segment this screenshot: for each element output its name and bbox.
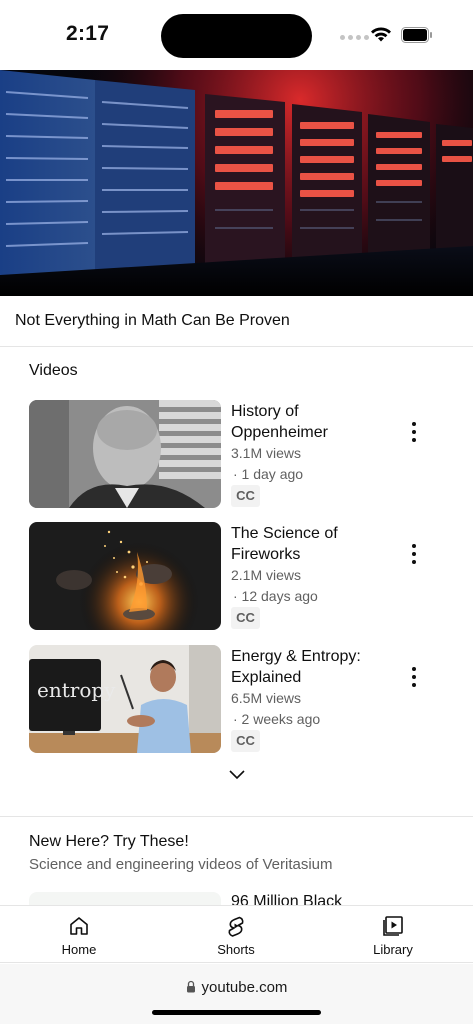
- library-icon: [383, 916, 403, 936]
- video-views: 6.5M views: [231, 690, 302, 706]
- chevron-down-icon[interactable]: [228, 768, 246, 780]
- nav-shorts-label: Shorts: [217, 942, 255, 957]
- video-title[interactable]: The Science of Fireworks: [231, 523, 381, 565]
- channel-banner: [0, 70, 473, 296]
- cellular-signal-icon: [340, 35, 369, 40]
- video-item[interactable]: entropy Energy & Entropy: Explained 6.5M…: [29, 645, 449, 755]
- video-item[interactable]: History of Oppenheimer 3.1M views · 1 da…: [29, 400, 449, 510]
- thumbnail-text: entropy: [37, 678, 116, 702]
- section-divider: [0, 816, 473, 817]
- video-age: · 2 weeks ago: [233, 711, 321, 727]
- browser-address-bar[interactable]: youtube.com: [0, 964, 473, 1024]
- url-text: youtube.com: [201, 979, 288, 996]
- server-racks-banner-image: [0, 70, 473, 296]
- nav-shorts[interactable]: Shorts: [196, 914, 276, 957]
- bottom-navigation: Home Shorts Library: [0, 905, 473, 963]
- video-thumbnail[interactable]: [29, 400, 221, 508]
- cc-badge: CC: [231, 607, 260, 629]
- video-thumbnail[interactable]: [29, 892, 221, 906]
- lock-icon: [186, 980, 195, 993]
- cc-badge: CC: [231, 730, 260, 752]
- more-options-icon[interactable]: [406, 665, 422, 689]
- cc-badge: CC: [231, 485, 260, 507]
- home-icon: [70, 917, 88, 935]
- nav-home[interactable]: Home: [39, 914, 119, 957]
- url-display[interactable]: youtube.com: [0, 979, 473, 996]
- video-age: · 12 days ago: [233, 588, 318, 604]
- home-indicator[interactable]: [152, 1010, 321, 1015]
- oppenheimer-portrait-image: [29, 400, 221, 508]
- fireworks-sparks-image: [29, 522, 221, 630]
- promo-heading: New Here? Try These!: [29, 833, 189, 850]
- banner-caption[interactable]: Not Everything in Math Can Be Proven: [0, 296, 473, 347]
- video-views: 3.1M views: [231, 445, 302, 461]
- video-age: · 1 day ago: [233, 466, 304, 482]
- video-views: 2.1M views: [231, 567, 302, 583]
- nav-home-label: Home: [61, 942, 97, 957]
- banner-title[interactable]: Not Everything in Math Can Be Proven: [15, 312, 290, 330]
- nav-library[interactable]: Library: [353, 914, 433, 957]
- shorts-icon: [228, 916, 244, 937]
- video-title[interactable]: History of Oppenheimer: [231, 401, 381, 443]
- more-options-icon[interactable]: [406, 420, 422, 444]
- video-thumbnail[interactable]: entropy: [29, 645, 221, 753]
- entropy-presenter-image: entropy: [29, 645, 221, 753]
- wifi-icon: [371, 27, 391, 42]
- video-thumbnail[interactable]: [29, 522, 221, 630]
- videos-heading: Videos: [29, 362, 78, 379]
- video-item[interactable]: The Science of Fireworks 2.1M views · 12…: [29, 522, 449, 632]
- video-title[interactable]: Energy & Entropy: Explained: [231, 646, 381, 688]
- battery-icon: [401, 27, 432, 43]
- promo-subtitle: Science and engineering videos of Verita…: [29, 856, 333, 873]
- status-bar: 2:17: [0, 0, 473, 70]
- nav-library-label: Library: [373, 942, 413, 957]
- status-time: 2:17: [66, 22, 110, 45]
- more-options-icon[interactable]: [406, 542, 422, 566]
- dynamic-island: [161, 14, 312, 58]
